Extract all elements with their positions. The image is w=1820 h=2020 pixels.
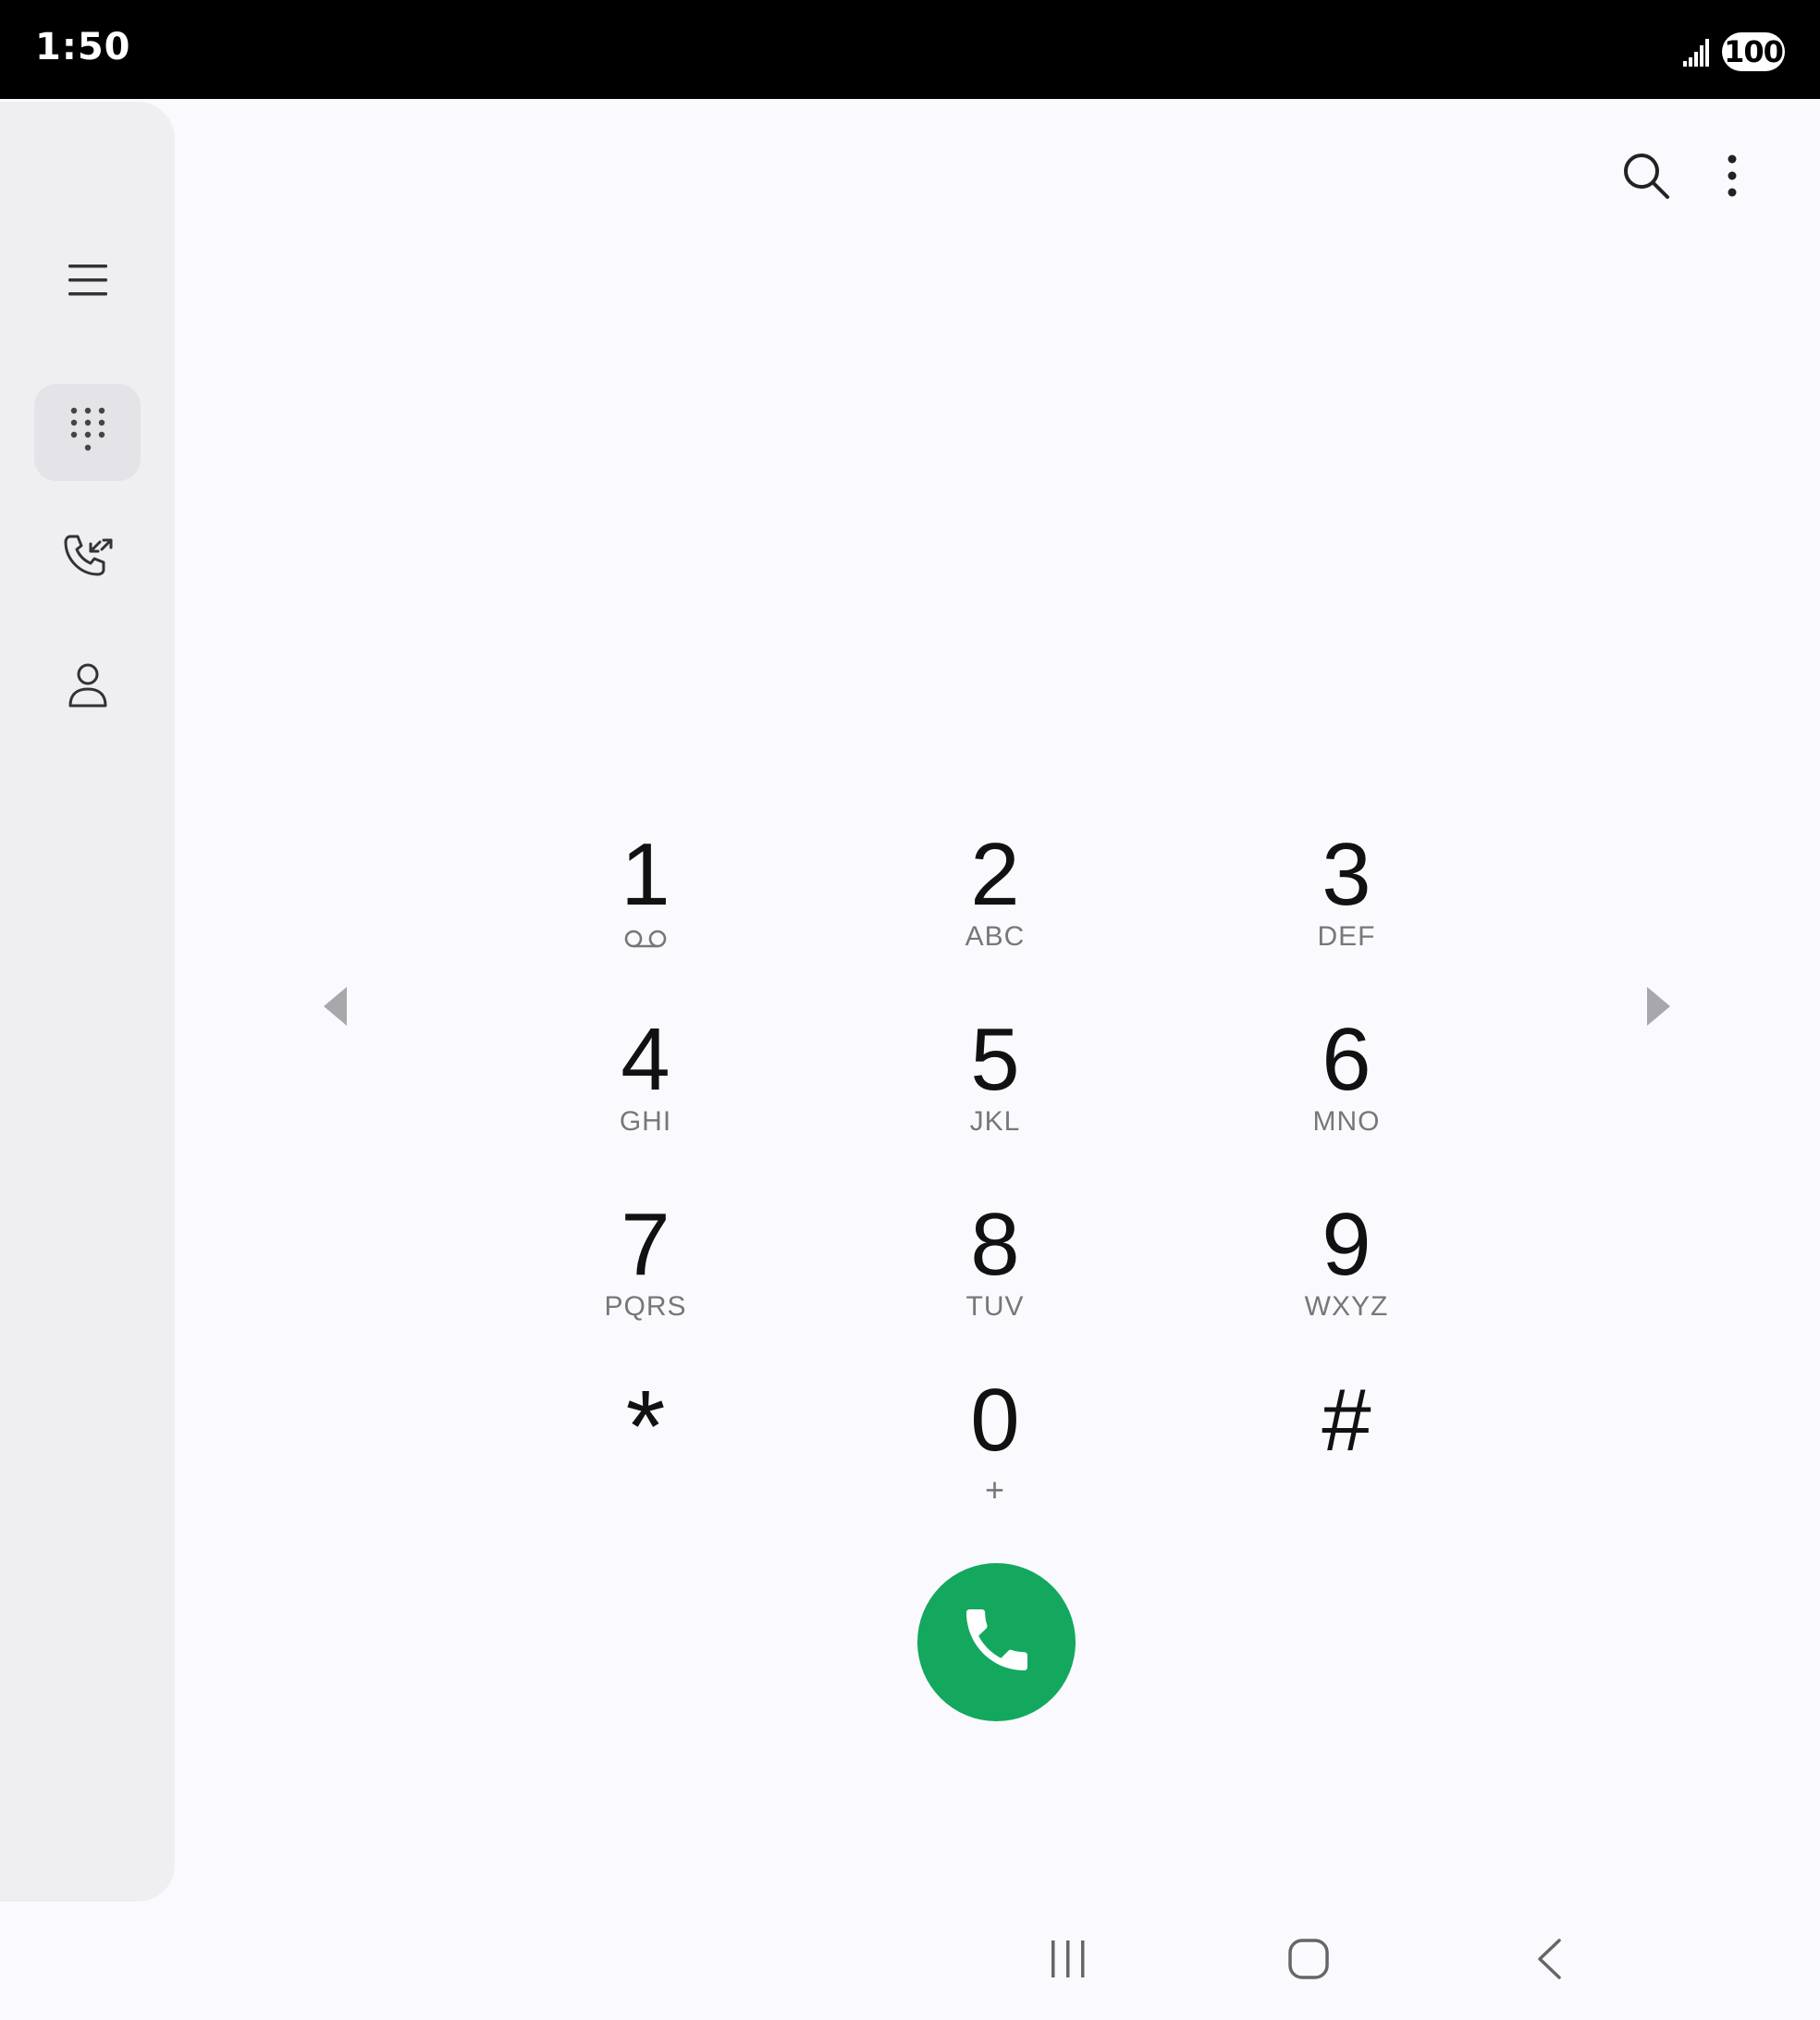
recent-apps-button[interactable] xyxy=(1036,1933,1101,1989)
key-letters: MNO xyxy=(1312,1106,1381,1137)
key-0[interactable]: 0 + xyxy=(893,1376,1097,1524)
nav-contacts-button[interactable] xyxy=(50,655,126,720)
key-digit: 3 xyxy=(1322,825,1371,924)
voicemail-icon xyxy=(623,923,668,955)
key-letters: WXYZ xyxy=(1304,1291,1389,1322)
search-button[interactable] xyxy=(1617,148,1676,207)
key-9[interactable]: 9 WXYZ xyxy=(1245,1201,1448,1349)
triangle-left-icon xyxy=(321,985,349,1032)
key-7[interactable]: 7 PQRS xyxy=(544,1201,747,1349)
key-letters: GHI xyxy=(619,1106,672,1137)
key-letters: ABC xyxy=(965,921,1026,952)
nav-recents-button[interactable] xyxy=(50,525,126,590)
phone-icon xyxy=(956,1599,1038,1685)
key-digit: 5 xyxy=(970,1010,1020,1109)
key-digit: 1 xyxy=(621,825,670,924)
call-log-icon xyxy=(63,533,113,584)
key-1[interactable]: 1 xyxy=(544,831,747,979)
key-digit: 2 xyxy=(970,825,1020,924)
key-star[interactable]: * xyxy=(544,1376,747,1524)
key-hash[interactable]: # xyxy=(1245,1376,1448,1524)
nav-keypad-button[interactable] xyxy=(34,384,141,481)
key-digit: 6 xyxy=(1322,1010,1371,1109)
triangle-right-icon xyxy=(1645,985,1673,1032)
key-digit: # xyxy=(1322,1371,1371,1470)
menu-button[interactable] xyxy=(50,250,126,314)
home-button[interactable] xyxy=(1276,1933,1341,1989)
key-5[interactable]: 5 JKL xyxy=(893,1016,1097,1164)
key-letters: TUV xyxy=(965,1291,1025,1322)
search-icon xyxy=(1622,152,1670,204)
back-icon xyxy=(1535,1938,1563,1985)
status-time: 1:50 xyxy=(35,26,131,68)
back-button[interactable] xyxy=(1517,1933,1581,1989)
key-6[interactable]: 6 MNO xyxy=(1245,1016,1448,1164)
key-3[interactable]: 3 DEF xyxy=(1245,831,1448,979)
call-button[interactable] xyxy=(917,1563,1076,1721)
status-bar: 1:50 100 xyxy=(0,0,1820,99)
person-icon xyxy=(68,662,108,713)
move-keypad-left-button[interactable] xyxy=(314,980,355,1036)
key-letters: JKL xyxy=(969,1106,1021,1137)
key-digit: 4 xyxy=(621,1010,670,1109)
key-digit: * xyxy=(625,1370,666,1484)
more-vertical-icon xyxy=(1727,154,1738,202)
key-4[interactable]: 4 GHI xyxy=(544,1016,747,1164)
dialpad-icon xyxy=(69,406,106,459)
key-8[interactable]: 8 TUV xyxy=(893,1201,1097,1349)
navigation-rail xyxy=(0,102,175,1902)
more-options-button[interactable] xyxy=(1707,148,1757,207)
key-letters: DEF xyxy=(1317,921,1376,952)
key-digit: 7 xyxy=(621,1195,670,1294)
key-digit: 0 xyxy=(970,1371,1020,1470)
key-digit: 9 xyxy=(1322,1195,1371,1294)
hamburger-menu-icon xyxy=(68,262,108,303)
key-2[interactable]: 2 ABC xyxy=(893,831,1097,979)
recent-apps-icon xyxy=(1048,1939,1088,1984)
battery-indicator: 100 xyxy=(1722,32,1785,71)
signal-bars-icon xyxy=(1681,35,1711,68)
move-keypad-right-button[interactable] xyxy=(1639,980,1679,1036)
key-letters: PQRS xyxy=(604,1291,687,1322)
key-plus: + xyxy=(984,1471,1006,1509)
key-digit: 8 xyxy=(970,1195,1020,1294)
home-icon xyxy=(1287,1938,1330,1985)
